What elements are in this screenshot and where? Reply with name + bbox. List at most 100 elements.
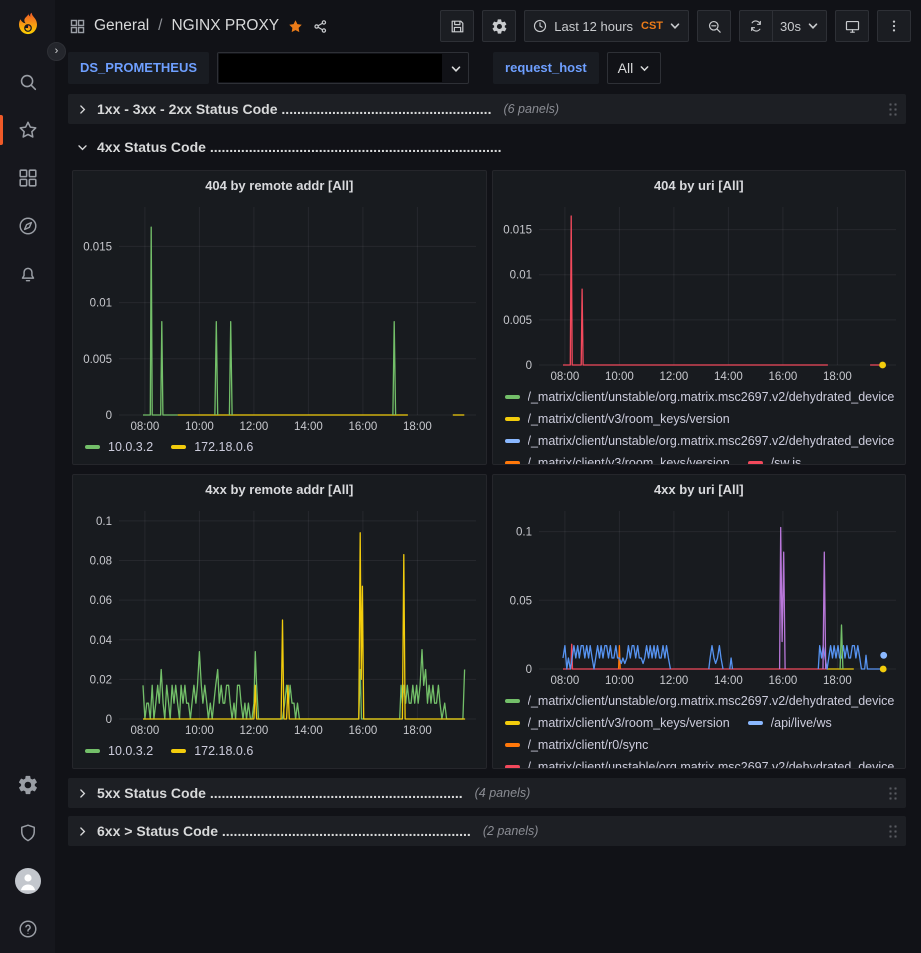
row-6xx[interactable]: 6xx > Status Code ......................… xyxy=(68,816,906,846)
legend-color-swatch xyxy=(505,461,520,465)
svg-text:16:00: 16:00 xyxy=(349,421,378,433)
legend-color-swatch xyxy=(505,417,520,421)
share-icon[interactable] xyxy=(312,18,329,35)
svg-text:0.1: 0.1 xyxy=(516,527,532,539)
sidebar-item-starred[interactable] xyxy=(0,106,55,154)
save-icon xyxy=(449,18,466,35)
legend-label: /_matrix/client/unstable/org.matrix.msc2… xyxy=(528,760,895,769)
svg-text:18:00: 18:00 xyxy=(823,371,852,383)
explore-compass-icon xyxy=(17,215,39,237)
row-title: 4xx Status Code ........................… xyxy=(97,139,502,155)
sidebar-item-profile[interactable] xyxy=(0,857,55,905)
legend-item[interactable]: /_matrix/client/unstable/org.matrix.msc2… xyxy=(505,432,895,449)
timeseries-chart[interactable]: 08:0010:0012:0014:0016:0018:0000.0050.01… xyxy=(73,201,486,435)
legend-label: /_matrix/client/unstable/org.matrix.msc2… xyxy=(528,694,895,708)
sidebar-item-search[interactable] xyxy=(0,58,55,106)
svg-text:14:00: 14:00 xyxy=(294,725,323,737)
grafana-logo-link[interactable] xyxy=(0,0,55,52)
svg-text:10:00: 10:00 xyxy=(185,421,214,433)
row-drag-handle[interactable] xyxy=(888,102,898,117)
legend-item[interactable]: /sw.js xyxy=(748,454,802,464)
kiosk-mode-button[interactable] xyxy=(835,10,869,42)
svg-text:0.015: 0.015 xyxy=(503,225,532,237)
legend-item[interactable]: /_matrix/client/r0/sync xyxy=(505,736,649,753)
sidebar-item-explore[interactable] xyxy=(0,202,55,250)
row-title: 6xx > Status Code ......................… xyxy=(97,823,471,839)
chevron-right-icon xyxy=(76,787,89,800)
gear-icon xyxy=(491,18,508,35)
sidebar-item-server-admin[interactable] xyxy=(0,809,55,857)
refresh-button[interactable] xyxy=(739,10,773,42)
request-host-label: request_host xyxy=(493,52,599,84)
legend-item[interactable]: /_matrix/client/v3/room_keys/version xyxy=(505,454,730,464)
svg-text:0.06: 0.06 xyxy=(90,595,112,607)
refresh-interval-dropdown[interactable]: 30s xyxy=(773,10,827,42)
sidebar xyxy=(0,0,55,953)
ds-prometheus-value-redacted xyxy=(219,54,442,82)
svg-text:0: 0 xyxy=(525,664,531,676)
time-range-label: Last 12 hours xyxy=(554,19,633,34)
timeseries-chart[interactable]: 08:0010:0012:0014:0016:0018:0000.050.1 xyxy=(493,505,906,689)
sidebar-item-dashboards[interactable] xyxy=(0,154,55,202)
legend-label: /_matrix/client/v3/room_keys/version xyxy=(528,456,730,465)
svg-text:10:00: 10:00 xyxy=(605,675,634,687)
legend-color-swatch xyxy=(748,461,763,465)
legend-item[interactable]: 172.18.0.6 xyxy=(171,438,253,455)
panel-title[interactable]: 4xx by uri [All] xyxy=(493,475,906,505)
legend-item[interactable]: /_matrix/client/v3/room_keys/version xyxy=(505,714,730,731)
svg-text:16:00: 16:00 xyxy=(768,675,797,687)
row-4xx[interactable]: 4xx Status Code ........................… xyxy=(68,132,906,162)
sidebar-item-settings[interactable] xyxy=(0,761,55,809)
monitor-icon xyxy=(844,18,861,35)
request-host-dropdown[interactable]: All xyxy=(607,52,662,84)
sidebar-item-alerting[interactable] xyxy=(0,250,55,298)
chart-legend: 10.0.3.2 172.18.0.6 xyxy=(73,435,486,464)
clock-icon xyxy=(532,18,548,34)
sidebar-expand-button[interactable]: › xyxy=(47,42,66,61)
row-drag-handle[interactable] xyxy=(888,786,898,801)
panel-title[interactable]: 404 by uri [All] xyxy=(493,171,906,201)
chevron-down-icon xyxy=(76,141,89,154)
breadcrumb-folder[interactable]: General xyxy=(94,17,149,35)
sidebar-item-help[interactable] xyxy=(0,905,55,953)
timeseries-chart[interactable]: 08:0010:0012:0014:0016:0018:0000.020.040… xyxy=(73,505,486,739)
legend-color-swatch xyxy=(85,445,100,449)
ds-prometheus-dropdown[interactable] xyxy=(217,52,469,84)
legend-item[interactable]: 10.0.3.2 xyxy=(85,438,153,455)
legend-item[interactable]: /_matrix/client/unstable/org.matrix.msc2… xyxy=(505,692,895,709)
dashboard-settings-button[interactable] xyxy=(482,10,516,42)
svg-text:10:00: 10:00 xyxy=(185,725,214,737)
legend-item[interactable]: /_matrix/client/v3/room_keys/version xyxy=(505,410,730,427)
timeseries-chart[interactable]: 08:0010:0012:0014:0016:0018:0000.0050.01… xyxy=(493,201,906,385)
save-dashboard-button[interactable] xyxy=(440,10,474,42)
svg-text:14:00: 14:00 xyxy=(714,371,743,383)
legend-item[interactable]: 10.0.3.2 xyxy=(85,742,153,759)
chevron-right-icon xyxy=(76,825,89,838)
time-range-picker[interactable]: Last 12 hours CST xyxy=(524,10,689,42)
settings-gear-icon xyxy=(17,774,39,796)
legend-item[interactable]: 172.18.0.6 xyxy=(171,742,253,759)
legend-label: 10.0.3.2 xyxy=(108,744,153,758)
legend-label: 172.18.0.6 xyxy=(194,440,253,454)
svg-text:0.08: 0.08 xyxy=(90,556,112,568)
legend-label: /_matrix/client/r0/sync xyxy=(528,738,649,752)
breadcrumb-dashboard-title[interactable]: NGINX PROXY xyxy=(171,17,279,35)
row-1xx-3xx-2xx[interactable]: 1xx - 3xx - 2xx Status Code ............… xyxy=(68,94,906,124)
legend-item[interactable]: /_matrix/client/unstable/org.matrix.msc2… xyxy=(505,388,895,405)
legend-label: /_matrix/client/unstable/org.matrix.msc2… xyxy=(528,434,895,448)
svg-text:14:00: 14:00 xyxy=(294,421,323,433)
legend-item[interactable]: /_matrix/client/unstable/org.matrix.msc2… xyxy=(505,758,895,768)
panel-title[interactable]: 4xx by remote addr [All] xyxy=(73,475,486,505)
zoom-out-button[interactable] xyxy=(697,10,731,42)
grafana-logo-icon xyxy=(13,11,43,41)
svg-text:0: 0 xyxy=(106,410,112,422)
panel-title[interactable]: 404 by remote addr [All] xyxy=(73,171,486,201)
favorite-star-icon[interactable] xyxy=(287,18,304,35)
legend-item[interactable]: /api/live/ws xyxy=(748,714,832,731)
row-panel-count: (6 panels) xyxy=(503,102,559,116)
legend-color-swatch xyxy=(505,743,520,747)
row-drag-handle[interactable] xyxy=(888,824,898,839)
row-5xx[interactable]: 5xx Status Code ........................… xyxy=(68,778,906,808)
more-options-button[interactable] xyxy=(877,10,911,42)
help-icon xyxy=(17,918,39,940)
